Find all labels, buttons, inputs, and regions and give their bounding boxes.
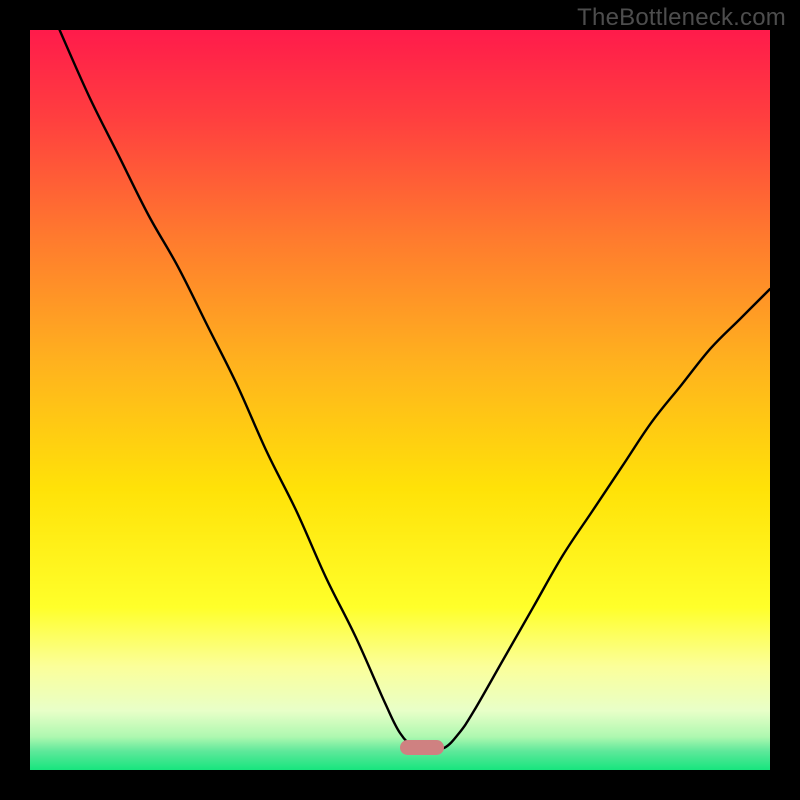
chart-frame: TheBottleneck.com xyxy=(0,0,800,800)
watermark-text: TheBottleneck.com xyxy=(577,4,786,32)
bottleneck-curve xyxy=(30,30,770,770)
plot-area xyxy=(30,30,770,770)
optimal-marker xyxy=(400,740,444,755)
